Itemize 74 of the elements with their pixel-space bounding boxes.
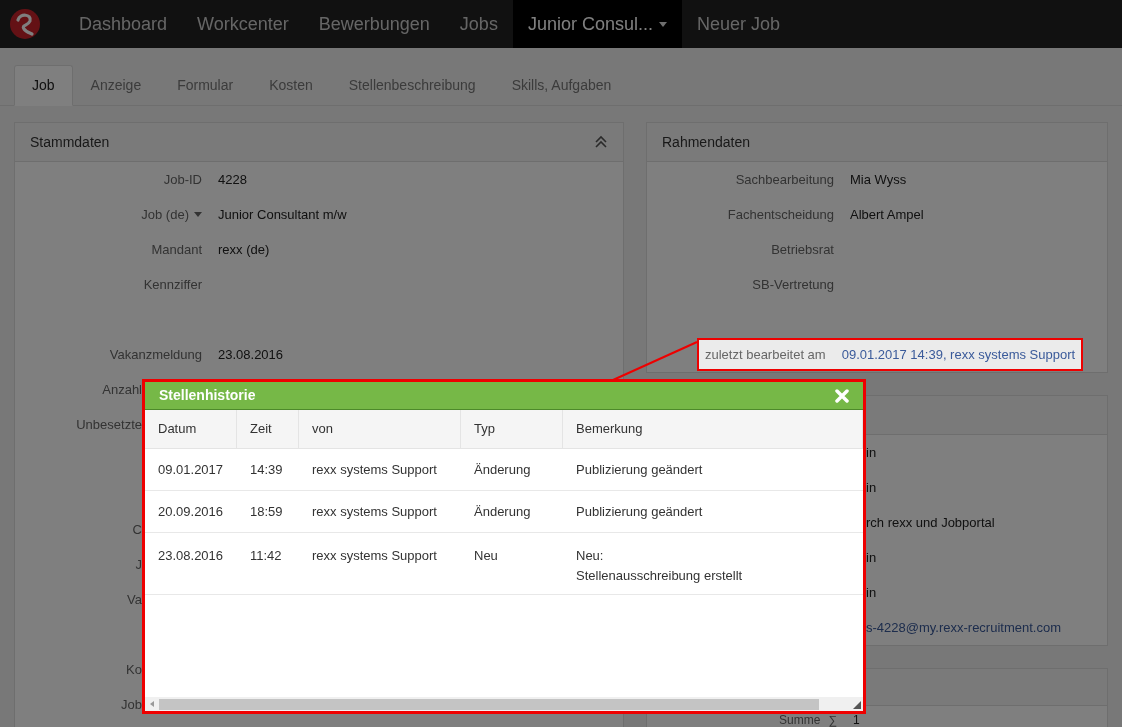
field-value: Albert Ampel [850, 205, 924, 224]
field-label: Va [127, 590, 142, 609]
field-label: Summe [779, 714, 821, 727]
caret-icon[interactable] [194, 212, 202, 217]
tab[interactable]: Stellenbeschreibung [330, 65, 494, 106]
caret-icon [658, 21, 667, 27]
tab[interactable]: Formular [159, 65, 252, 106]
scrollbar-thumb[interactable] [159, 698, 819, 710]
table-cell-text: Neu [473, 547, 499, 565]
table-cell-text: 23.08.2016 [157, 547, 225, 565]
panel-title: Rahmendaten [662, 132, 750, 152]
column-header[interactable]: Bemerkung [563, 410, 863, 448]
field-value: Junior Consultant m/w [218, 205, 347, 224]
field-label: Betriebsrat [771, 241, 834, 257]
table-cell-text: Publizierung geändert [575, 502, 704, 521]
table-cell-text: Publizierung geändert [575, 460, 704, 479]
field-label: Unbesetzte [76, 415, 142, 434]
field-label: Job [121, 695, 142, 714]
table-cell-text: 20.09.2016 [157, 502, 225, 521]
sum-symbol: ∑ [828, 714, 837, 727]
table-cell-text: rexx systems Support [311, 460, 438, 479]
email-link[interactable]: s-4228@my.rexx-recruitment.com [866, 617, 1061, 638]
field-value: Mia Wyss [850, 170, 907, 189]
table-cell-text: 14:39 [249, 460, 284, 479]
field-label: Fachentscheidung [727, 206, 834, 222]
nav-link[interactable]: Junior Consul... [512, 0, 682, 48]
panel-title: Stammdaten [30, 132, 110, 152]
table-cell-text: rexx systems Support [311, 547, 438, 565]
field-value: 1 [853, 714, 860, 727]
field-label: Job-ID [163, 170, 202, 189]
field-label: zuletzt bearbeitet am [705, 345, 826, 364]
field-label: SB-Vertretung [752, 276, 834, 292]
field-label: Mandant [151, 240, 202, 259]
table-cell-text: rexx systems Support [311, 502, 438, 521]
scrollbar[interactable] [145, 697, 863, 711]
field-value: rch rexx und Jobportal [866, 513, 995, 532]
field-value: 4228 [218, 170, 247, 189]
tab[interactable]: Kosten [251, 65, 331, 106]
logo-icon[interactable] [8, 8, 41, 40]
field-value: rexx (de) [218, 240, 270, 259]
field-value: in [866, 443, 877, 462]
field-label: J [135, 555, 142, 574]
table-cell-text: Änderung [473, 502, 532, 521]
field-label: C [132, 520, 142, 539]
column-header[interactable]: Typ [461, 410, 563, 448]
dialog-title: Stellenhistorie [159, 386, 256, 405]
field-label: Sachbearbeitung [735, 171, 834, 187]
history-link[interactable]: 09.01.2017 14:39, rexx systems Support [841, 344, 1076, 365]
tab[interactable]: Job [14, 65, 73, 106]
nav-link[interactable]: Workcenter [182, 0, 304, 48]
column-header[interactable]: Datum [145, 410, 237, 448]
nav-link[interactable]: Bewerbungen [303, 0, 445, 48]
field-label: Job (de) [141, 205, 189, 224]
nav-link[interactable]: Jobs [444, 0, 513, 48]
tab[interactable]: Skills, Aufgaben [493, 65, 630, 106]
field-label: Anzahl [102, 380, 142, 399]
field-label: Vakanzmeldung [109, 345, 202, 364]
table-cell-text: 11:42 [249, 547, 283, 565]
table-cell-text: 18:59 [249, 502, 284, 521]
field-value: in [866, 583, 877, 602]
nav-link[interactable]: Dashboard [64, 0, 183, 48]
table-cell-text: Änderung [473, 460, 532, 479]
collapse-icon[interactable] [594, 135, 608, 149]
field-value: 23.08.2016 [218, 345, 284, 364]
close-icon[interactable] [835, 388, 849, 403]
field-label: Ko [126, 660, 142, 679]
table-cell-text: 09.01.2017 [157, 460, 225, 479]
field-value: in [866, 478, 877, 497]
field-value: in [866, 548, 877, 567]
column-header[interactable]: Zeit [237, 410, 299, 448]
field-label: Kennziffer [143, 275, 202, 294]
tab[interactable]: Anzeige [72, 65, 160, 106]
table-cell-text: Neu: Stellenausschreibung erstellt [575, 547, 744, 585]
column-header[interactable]: von [299, 410, 461, 448]
